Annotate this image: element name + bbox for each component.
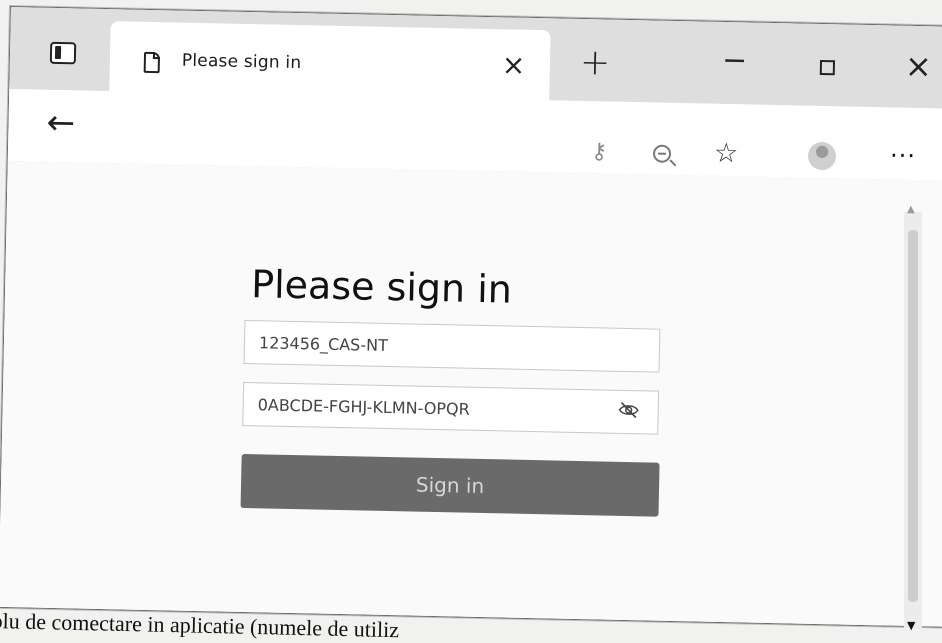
username-value: 123456_CAS-NT — [258, 333, 389, 355]
zoom-out-icon[interactable] — [652, 144, 672, 163]
username-field[interactable]: 123456_CAS-NT — [243, 319, 661, 373]
sidebar-icon[interactable] — [49, 41, 77, 65]
page-icon — [143, 51, 161, 74]
page-content: Please sign in 123456_CAS-NT 0ABCDE-FGHJ… — [0, 160, 942, 627]
new-tab-button[interactable]: + — [580, 42, 611, 84]
minimize-button[interactable]: − — [722, 43, 748, 79]
maximize-button[interactable] — [819, 59, 836, 76]
key-icon[interactable]: ⚷ — [591, 139, 608, 164]
tab-actions — [9, 7, 111, 91]
scrollbar-thumb[interactable] — [908, 230, 918, 602]
tab-title: Please sign in — [181, 50, 302, 74]
back-button[interactable]: ← — [46, 103, 75, 144]
eye-off-icon[interactable] — [617, 399, 639, 421]
page-title: Please sign in — [250, 262, 513, 312]
scroll-down-icon[interactable]: ▼ — [907, 619, 915, 632]
tab-close-button[interactable]: × — [502, 48, 526, 81]
tab-active[interactable]: Please sign in × — [109, 21, 551, 101]
favorites-icon[interactable]: ☆ — [714, 138, 739, 170]
browser-window: Please sign in × + − × ← ⚷ ☆ ··· Please … — [0, 6, 942, 629]
sign-in-button[interactable]: Sign in — [240, 453, 660, 517]
login-form: Please sign in 123456_CAS-NT 0ABCDE-FGHJ… — [240, 262, 686, 517]
screenshot-stage: Please sign in × + − × ← ⚷ ☆ ··· Please … — [0, 0, 942, 643]
password-value: 0ABCDE-FGHJ-KLMN-OPQR — [257, 395, 470, 419]
scroll-up-icon[interactable]: ▲ — [907, 204, 915, 215]
more-icon[interactable]: ··· — [890, 141, 916, 170]
close-window-button[interactable]: × — [905, 47, 933, 86]
password-field[interactable]: 0ABCDE-FGHJ-KLMN-OPQR — [242, 381, 660, 435]
vertical-scrollbar[interactable]: ▲ ▼ — [904, 204, 922, 632]
avatar[interactable] — [807, 141, 837, 171]
